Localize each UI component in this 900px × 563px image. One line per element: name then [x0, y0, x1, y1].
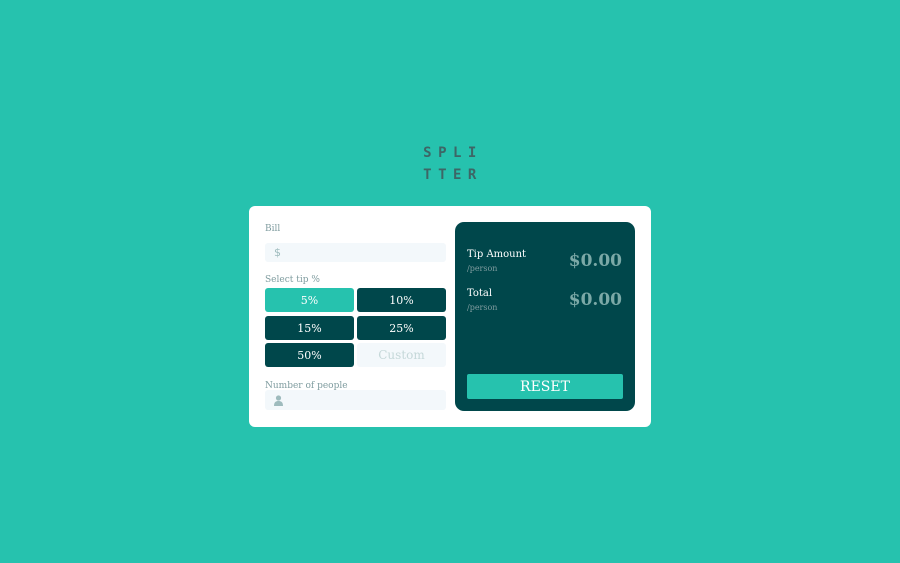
tip-amount-per-person: /person: [467, 264, 498, 273]
bill-input[interactable]: [281, 244, 446, 261]
total-per-person: /person: [467, 303, 498, 312]
logo-line-2: TTER: [423, 167, 483, 183]
tip-button-15[interactable]: 15%: [265, 316, 354, 340]
logo-line-1: SPLI: [423, 145, 483, 161]
tip-button-50[interactable]: 50%: [265, 343, 354, 367]
tip-button-10[interactable]: 10%: [357, 288, 446, 312]
splitter-logo: SPLI TTER: [0, 142, 900, 186]
person-icon: [274, 394, 283, 406]
bill-label: Bill: [265, 224, 281, 234]
select-tip-label: Select tip %: [265, 275, 320, 285]
people-input[interactable]: [283, 392, 446, 408]
custom-tip-input[interactable]: Custom: [357, 343, 446, 367]
people-field[interactable]: [265, 390, 446, 410]
total-title: Total: [467, 288, 493, 299]
tip-button-25[interactable]: 25%: [357, 316, 446, 340]
dollar-icon: $: [274, 246, 281, 259]
bill-field[interactable]: $: [265, 243, 446, 262]
tip-amount-value: $0.00: [568, 251, 622, 271]
tip-button-5[interactable]: 5%: [265, 288, 354, 312]
total-value: $0.00: [568, 290, 622, 310]
tip-amount-title: Tip Amount: [467, 249, 527, 260]
reset-button[interactable]: RESET: [467, 374, 623, 399]
results-panel: Tip Amount /person $0.00 Total /person $…: [455, 222, 635, 411]
